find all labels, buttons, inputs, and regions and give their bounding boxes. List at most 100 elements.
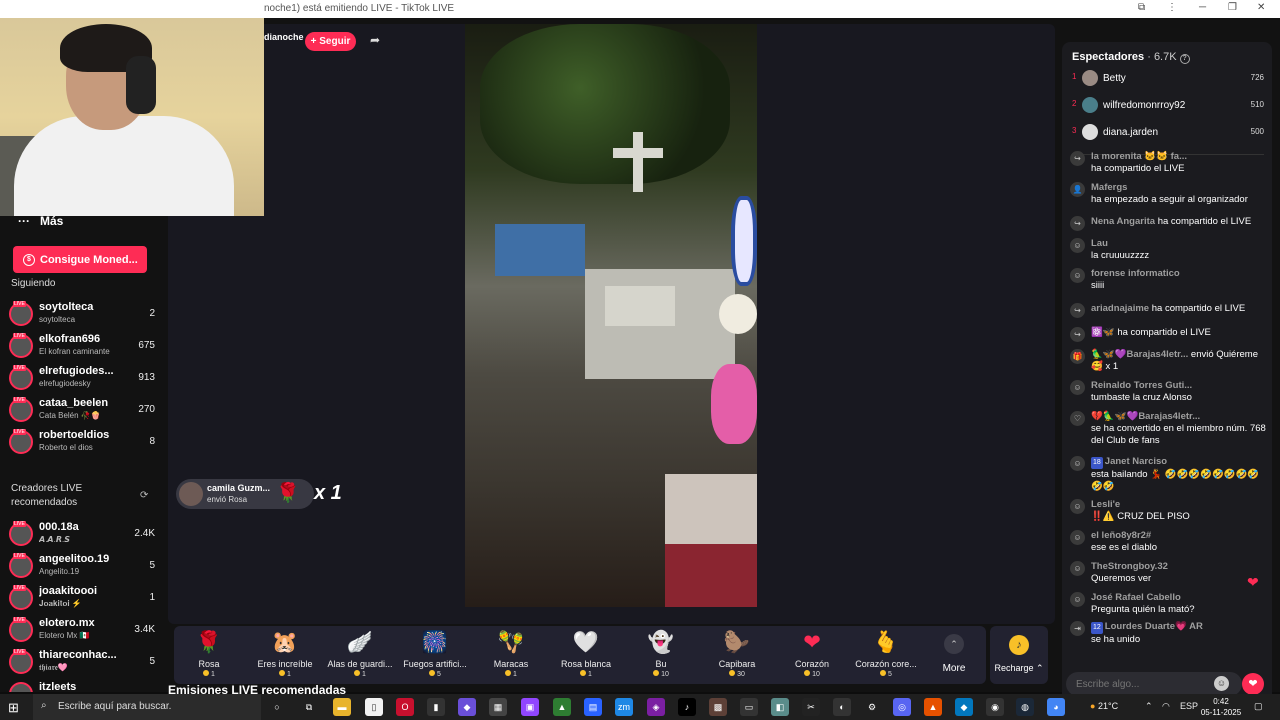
chrome-icon[interactable]: ◕ [1047,698,1065,716]
share-icon: ↪ [1070,216,1085,231]
chat-user[interactable]: el leño8y8r2# [1091,530,1151,541]
app-icon[interactable]: ▲ [924,698,942,716]
following-item[interactable]: LIVE soytolteca soytolteca 2 [9,299,155,329]
app-icon[interactable]: ▭ [740,698,758,716]
network-icon[interactable]: ◠ [1162,701,1170,712]
app-icon[interactable]: ◆ [955,698,973,716]
more-menu[interactable]: ··· Más [18,214,63,228]
obs-icon[interactable]: ◉ [986,698,1004,716]
share-icon[interactable]: ➦ [370,33,380,47]
chat-user[interactable]: Lesli'e [1091,499,1120,510]
taskbar: ⊞ ⌕ Escribe aquí para buscar. ○ ⧉ ▬ ▯ O … [0,694,1280,720]
extensions-icon[interactable]: ⧉ [1138,2,1145,13]
gift-action: envió Rosa [207,495,248,504]
capcut-icon[interactable]: ✂ [802,698,820,716]
info-icon[interactable]: ? [1179,54,1190,64]
steam-icon[interactable]: ◍ [1016,698,1034,716]
minimize-icon[interactable]: ─ [1199,2,1206,13]
task-view-icon[interactable]: ⧉ [300,698,318,716]
recommended-item[interactable]: itzleets [9,679,155,692]
app-icon[interactable]: ▦ [489,698,507,716]
host-name[interactable]: dianoche [264,32,304,42]
chat-user[interactable]: TheStrongboy.32 [1091,561,1168,572]
chat-user[interactable]: ⚛️🦋 [1091,327,1115,338]
chat-user[interactable]: Lourdes Duarte💗 AR [1105,621,1203,632]
gift-item[interactable]: 🌹 Rosa 1 [169,630,249,678]
chat-user[interactable]: José Rafael Cabello [1091,592,1181,603]
chat-user[interactable]: 💔🦜🦋💜Barajas4letr... [1091,411,1200,422]
gift-item[interactable]: 🐹 Eres increíble 1 [245,630,325,678]
gift-item[interactable]: 🪇 Maracas 1 [471,630,551,678]
following-item[interactable]: LIVE elrefugiodes... elrefugiodesky 913 [9,363,155,393]
recommended-item[interactable]: LIVE elotero.mx Elotero Mx 🇲🇽 3.4K [9,615,155,645]
gift-more-button[interactable]: ⌃ More [930,634,978,674]
settings-icon[interactable]: ⚙ [863,698,881,716]
chat-user[interactable]: 🦜🦋💜Barajas4letr... [1091,349,1188,360]
gift-item[interactable]: 🤍 Rosa blanca 1 [546,630,626,678]
drive-icon[interactable]: ▲ [553,698,571,716]
app-icon[interactable]: ◐ [833,698,851,716]
copilot-icon[interactable]: ◆ [458,698,476,716]
get-coins-button[interactable]: $ Consigue Moned... [13,246,147,273]
minecraft-icon[interactable]: ▩ [709,698,727,716]
zoom-icon[interactable]: zm [615,698,633,716]
menu-icon[interactable]: ⋮ [1167,2,1177,13]
follow-button[interactable]: + Seguir [305,32,356,51]
refresh-icon[interactable]: ⟳ [140,490,148,501]
like-button[interactable]: ❤ [1242,673,1264,695]
restore-icon[interactable]: ❐ [1228,2,1237,13]
file-explorer-icon[interactable]: ▬ [333,698,351,716]
discord-icon[interactable]: ◎ [893,698,911,716]
twitch-icon[interactable]: ▣ [521,698,539,716]
recommended-item[interactable]: LIVE thiareconhac... 𝖙𝖍𝖎𝖆𝖗𝖊🩷 5 [9,647,155,677]
notepad-icon[interactable]: ▯ [365,698,383,716]
gift-item[interactable]: 🦫 Capibara 30 [697,630,777,678]
chat-user[interactable]: la morenita 🐱🐱 fa... [1091,151,1187,162]
chat-user[interactable]: Janet Narciso [1105,456,1167,467]
chat-user[interactable]: Lau [1091,238,1108,249]
avatar: ☺ [1070,561,1085,576]
viewers-header[interactable]: Espectadores · 6.7K? [1072,51,1190,64]
recharge-button[interactable]: ♪ Recharge ⌃ [990,626,1048,684]
recommended-item[interactable]: LIVE joaakitoooi 𝐉𝐨𝐚𝐤𝐢𝐭𝐨𝐢 ⚡ 1 [9,583,155,613]
gift-item[interactable]: 👻 Bu 10 [621,630,701,678]
tiktok-icon[interactable]: ♪ [678,698,696,716]
app-icon[interactable]: ▤ [584,698,602,716]
clock[interactable]: 0:42 05-11-2025 [1199,696,1243,718]
chat-user[interactable]: forense informatico [1091,268,1180,279]
following-item[interactable]: LIVE cataa_beelen Cata Belén 🥀🍿 270 [9,395,155,425]
chat-user[interactable]: Nena Angarita [1091,216,1155,227]
close-icon[interactable]: ✕ [1257,2,1265,13]
following-item[interactable]: LIVE elkofran696 El kofran caminante 675 [9,331,155,361]
gift-item[interactable]: 🫰 Corazón core... 5 [846,630,926,678]
gift-item[interactable]: 🎆 Fuegos artifici... 5 [395,630,475,678]
tray-chevron-icon[interactable]: ⌃ [1145,701,1153,712]
emoji-icon[interactable]: ☺ [1214,676,1229,691]
chat-message: ↪ ariadnajaime ha compartido el LIVE [1068,303,1268,318]
taskbar-search[interactable]: ⌕ Escribe aquí para buscar. [33,694,261,720]
recommended-item[interactable]: LIVE angeelitoo.19 Angelito.19 5 [9,551,155,581]
ranking-row[interactable]: 3 diana.jarden 500 [1072,122,1264,142]
weather[interactable]: ● 21°C [1090,701,1118,711]
recommended-item[interactable]: LIVE 000.18a 𝘼.𝘼.𝙍.𝙎 2.4K [9,519,155,549]
language-indicator[interactable]: ESP [1180,701,1198,711]
ranking-row[interactable]: 2 wilfredomonrroy92 510 [1072,95,1264,115]
notifications-icon[interactable]: ▢ [1254,701,1263,712]
opera-icon[interactable]: O [396,698,414,716]
chat-user[interactable]: Mafergs [1091,182,1127,193]
live-video[interactable] [465,24,757,607]
gift-icon: 🤍 [572,631,600,654]
windows-start-icon[interactable]: ⊞ [8,700,19,716]
following-item[interactable]: LIVE robertoeldios Roberto el dios 8 [9,427,155,457]
app-icon[interactable]: ▮ [427,698,445,716]
gift-item[interactable]: ❤ Corazón 10 [772,630,852,678]
app-icon[interactable]: ◧ [771,698,789,716]
viewer-count: 5 [149,656,155,667]
ranking-row[interactable]: 1 Betty 726 [1072,68,1264,88]
gift-item[interactable]: 🪽 Alas de guardi... 1 [320,630,400,678]
heart-icon: ❤ [1247,574,1259,590]
chat-user[interactable]: ariadnajaime [1091,303,1149,314]
cortana-icon[interactable]: ○ [268,698,286,716]
app-icon[interactable]: ◈ [647,698,665,716]
chat-user[interactable]: Reinaldo Torres Guti... [1091,380,1192,391]
